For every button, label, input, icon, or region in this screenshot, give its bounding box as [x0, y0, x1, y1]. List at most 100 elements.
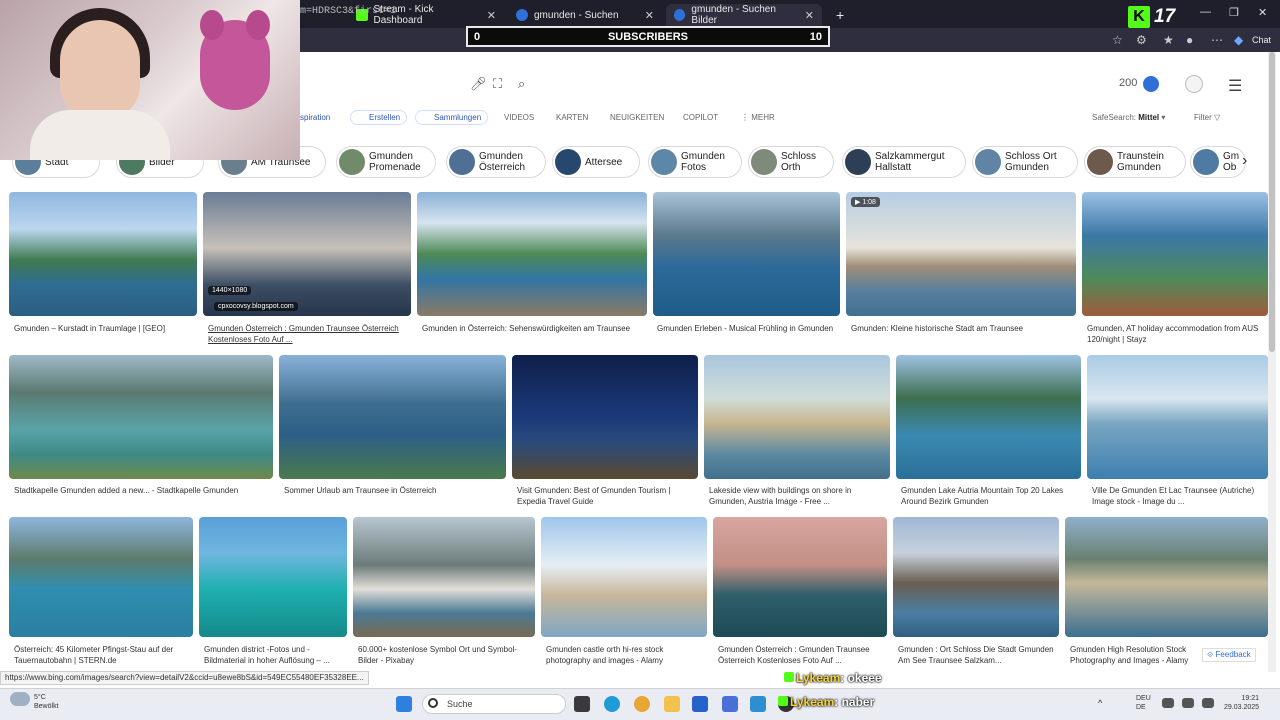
result-caption[interactable]: Gmunden castle orth hi-res stock photogr… [546, 644, 708, 666]
rewards-points[interactable]: 200 [1119, 77, 1137, 89]
tab-sammlungen[interactable]: Sammlungen [415, 110, 489, 125]
url-text[interactable]: m=HDRSC3&first=1 [300, 6, 396, 17]
taskbar-search[interactable]: Suche [422, 694, 566, 714]
result-image[interactable] [353, 517, 535, 637]
result-caption[interactable]: Visit Gmunden: Best of Gmunden Tourism |… [517, 485, 697, 507]
result-image[interactable] [9, 355, 273, 479]
favorites-icon[interactable]: ★ [1163, 33, 1174, 47]
chip-schloss-ort-gmunden[interactable]: Schloss Ort Gmunden [972, 146, 1078, 178]
result-image[interactable] [199, 517, 347, 637]
result-image[interactable] [893, 517, 1059, 637]
result-image[interactable] [653, 192, 840, 316]
extensions-icon[interactable]: ⚙ [1136, 33, 1147, 47]
minimize-icon[interactable]: — [1200, 6, 1211, 18]
feedback-button[interactable]: ⟐ Feedback [1202, 648, 1256, 662]
more-options-icon[interactable]: ⋯ [1211, 33, 1223, 47]
close-icon[interactable]: ✕ [487, 9, 496, 22]
result-caption[interactable]: 60.000+ kostenlose Symbol Ort und Symbol… [358, 644, 536, 666]
result-caption[interactable]: Gmunden : Ort Schloss Die Stadt Gmunden … [898, 644, 1060, 666]
window-close-icon[interactable]: ✕ [1258, 6, 1267, 19]
copilot-icon[interactable]: ◆ [1234, 33, 1243, 47]
clock[interactable]: 19:21 29.03.2025 [1224, 694, 1259, 712]
edge-browser-icon[interactable] [604, 696, 620, 712]
chip-gmunden-oesterreich[interactable]: Gmunden Österreich [446, 146, 546, 178]
tab-copilot[interactable]: COPILOT [683, 113, 718, 122]
result-image[interactable] [713, 517, 887, 637]
tray-chevron-icon[interactable]: ^ [1098, 698, 1108, 708]
result-caption[interactable]: Gmunden Österreich : Gmunden Traunsee Ös… [718, 644, 888, 666]
filter-button[interactable]: Filter ▽ [1194, 113, 1220, 122]
close-icon[interactable]: ✕ [645, 9, 654, 22]
result-caption[interactable]: Gmunden, AT holiday accommodation from A… [1087, 323, 1267, 345]
scrollbar-thumb[interactable] [1269, 52, 1275, 352]
result-image[interactable] [1082, 192, 1268, 316]
rewards-medal-icon[interactable] [1143, 76, 1159, 92]
result-caption[interactable]: Lakeside view with buildings on shore in… [709, 485, 889, 507]
wifi-icon[interactable] [1162, 698, 1174, 708]
result-image[interactable] [704, 355, 890, 479]
hamburger-menu-icon[interactable]: ☰ [1228, 76, 1242, 96]
tab-videos[interactable]: VIDEOS [504, 113, 534, 122]
result-image[interactable] [9, 192, 197, 316]
profile-icon[interactable]: ● [1186, 33, 1193, 47]
tab-inspiration[interactable]: spiration [300, 113, 330, 122]
user-avatar-icon[interactable] [1185, 75, 1203, 93]
result-image[interactable] [541, 517, 707, 637]
tab-karten[interactable]: KARTEN [556, 113, 588, 122]
result-image[interactable] [203, 192, 411, 316]
result-image[interactable] [1087, 355, 1268, 479]
chrome-icon[interactable] [634, 696, 650, 712]
new-tab-button[interactable]: + [828, 4, 848, 26]
chat-label[interactable]: Chat [1252, 35, 1271, 45]
result-caption[interactable]: Sommer Urlaub am Traunsee in Österreich [284, 485, 504, 496]
tab-neuigkeiten[interactable]: NEUIGKEITEN [610, 113, 664, 122]
search-icon[interactable]: ⌕ [518, 76, 525, 92]
result-image[interactable] [279, 355, 506, 479]
result-caption[interactable]: Gmunden Österreich : Gmunden Traunsee Ös… [208, 323, 408, 345]
page-scrollbar[interactable] [1268, 52, 1276, 672]
microphone-icon[interactable]: 🎤︎ [470, 76, 487, 92]
result-video[interactable] [846, 192, 1076, 316]
result-image[interactable] [417, 192, 647, 316]
chip-gmunden-promenade[interactable]: Gmunden Promenade [336, 146, 436, 178]
result-caption[interactable]: Gmunden Lake Autria Mountain Top 20 Lake… [901, 485, 1081, 507]
maximize-icon[interactable]: ❐ [1229, 6, 1239, 19]
chip-gmunden-fotos[interactable]: Gmunden Fotos [648, 146, 742, 178]
result-image[interactable] [9, 517, 193, 637]
chip-schloss-orth[interactable]: Schloss Orth [748, 146, 834, 178]
store-icon[interactable] [692, 696, 708, 712]
safesearch[interactable]: SafeSearch: Mittel ▾ [1092, 113, 1165, 122]
tab-gmunden-bilder[interactable]: gmunden - Suchen Bilder ✕ [666, 4, 822, 26]
result-caption[interactable]: Ville De Gmunden Et Lac Traunsee (Autric… [1092, 485, 1264, 507]
app-icon[interactable] [722, 696, 738, 712]
battery-icon[interactable] [1202, 698, 1214, 708]
file-explorer-icon[interactable] [664, 696, 680, 712]
chip-traunstein-gmunden[interactable]: Traunstein Gmunden [1084, 146, 1186, 178]
chip-salzkammergut-hallstatt[interactable]: Salzkammergut Hallstatt [842, 146, 966, 178]
close-icon[interactable]: ✕ [805, 9, 814, 22]
chevron-right-icon[interactable]: › [1242, 152, 1247, 170]
chip-gmunden-partial[interactable]: Gm Ob [1190, 146, 1246, 178]
result-caption[interactable]: Gmunden High Resolution Stock Photograph… [1070, 644, 1194, 666]
app-icon[interactable] [750, 696, 766, 712]
task-view-icon[interactable] [574, 696, 590, 712]
result-image[interactable] [512, 355, 698, 479]
chip-attersee[interactable]: Attersee [552, 146, 640, 178]
volume-icon[interactable] [1182, 698, 1194, 708]
result-caption[interactable]: Stadtkapelle Gmunden added a new... - St… [14, 485, 274, 496]
result-caption[interactable]: Gmunden in Österreich: Sehenswürdigkeite… [422, 323, 642, 334]
result-caption[interactable]: Gmunden: Kleine historische Stadt am Tra… [851, 323, 1075, 334]
tab-erstellen[interactable]: Erstellen [350, 110, 408, 125]
result-caption[interactable]: Österreich: 45 Kilometer Pfingst-Stau au… [14, 644, 194, 666]
result-image[interactable] [1065, 517, 1268, 637]
result-caption[interactable]: Gmunden – Kurstadt in Traumlage | [GEO] [14, 323, 200, 334]
favorite-star-icon[interactable]: ☆ [1112, 33, 1123, 47]
windows-start-icon[interactable] [396, 696, 412, 712]
visual-search-icon[interactable]: ⛶ [493, 76, 502, 92]
language-indicator[interactable]: DEU DE [1136, 694, 1151, 712]
tab-gmunden-suchen[interactable]: gmunden - Suchen ✕ [508, 4, 662, 26]
result-image[interactable] [896, 355, 1081, 479]
result-caption[interactable]: Gmunden district -Fotos und -Bildmateria… [204, 644, 348, 666]
result-caption[interactable]: Gmunden Erleben - Musical Frühling in Gm… [657, 323, 837, 334]
tab-mehr[interactable]: ⋮ MEHR [741, 113, 775, 122]
